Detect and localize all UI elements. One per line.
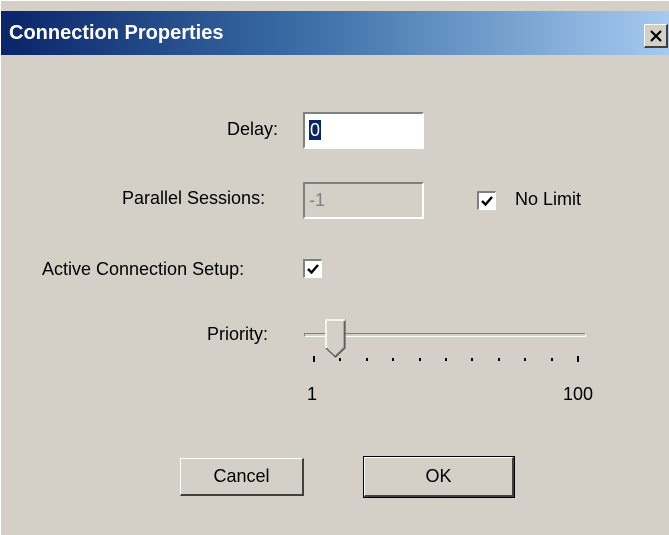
close-button[interactable] bbox=[644, 24, 668, 48]
parallel-sessions-input: -1 bbox=[303, 182, 424, 219]
slider-tick bbox=[339, 358, 341, 361]
no-limit-checkbox[interactable] bbox=[477, 191, 496, 210]
active-connection-setup-checkbox[interactable] bbox=[303, 259, 322, 278]
title-bar[interactable]: Connection Properties bbox=[1, 11, 669, 55]
parallel-sessions-value: -1 bbox=[309, 190, 326, 210]
delay-label: Delay: bbox=[227, 119, 279, 139]
slider-tick bbox=[366, 358, 368, 361]
slider-tick bbox=[445, 358, 447, 361]
priority-max-label: 100 bbox=[563, 384, 594, 404]
no-limit-label[interactable]: No Limit bbox=[515, 189, 581, 210]
priority-slider-thumb[interactable] bbox=[325, 319, 347, 364]
delay-value: 0 bbox=[309, 120, 322, 140]
slider-tick bbox=[551, 358, 553, 361]
window-title: Connection Properties bbox=[9, 22, 224, 44]
ok-button[interactable]: OK bbox=[363, 456, 515, 498]
slider-tick bbox=[419, 358, 421, 361]
priority-min-label: 1 bbox=[307, 384, 318, 404]
priority-label: Priority: bbox=[207, 324, 269, 344]
active-connection-setup-label: Active Connection Setup: bbox=[42, 259, 245, 279]
delay-input[interactable]: 0 bbox=[303, 112, 424, 149]
dialog-window: Connection Properties Delay: 0 Parallel … bbox=[0, 0, 669, 535]
cancel-button[interactable]: Cancel bbox=[180, 458, 304, 496]
slider-tick bbox=[577, 356, 579, 362]
slider-tick bbox=[313, 356, 315, 362]
parallel-sessions-label: Parallel Sessions: bbox=[122, 188, 266, 208]
slider-tick bbox=[392, 358, 394, 361]
slider-tick bbox=[471, 358, 473, 361]
slider-tick bbox=[524, 358, 526, 361]
slider-tick bbox=[498, 358, 500, 361]
